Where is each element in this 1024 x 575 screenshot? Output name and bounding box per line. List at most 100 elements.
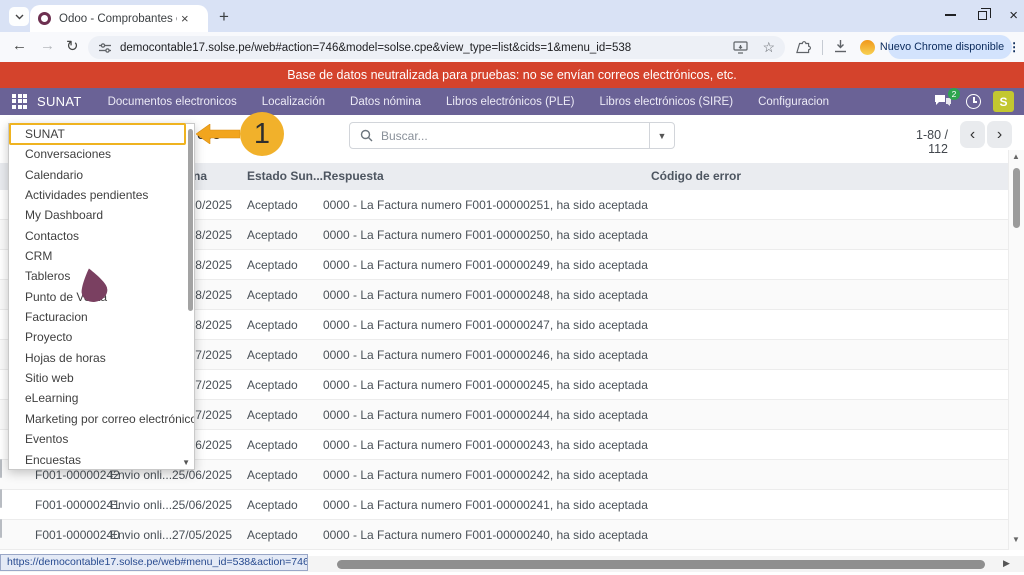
col-header-estado[interactable]: Estado Sun... [247, 169, 323, 183]
menu-item[interactable]: Encuestas [9, 450, 194, 470]
download-icon[interactable] [833, 39, 848, 54]
search-dropdown-icon[interactable]: ▼ [649, 123, 674, 148]
cell-respuesta: 0000 - La Factura numero F001-00000240, … [323, 528, 648, 542]
back-icon[interactable]: ← [12, 37, 27, 54]
menu-item[interactable]: Calendario [9, 165, 194, 185]
nav-menu-item[interactable]: Libros electrónicos (PLE) [446, 96, 574, 108]
neutralized-db-banner: Base de datos neutralizada para pruebas:… [0, 62, 1024, 88]
nav-menu-item[interactable]: Libros electrónicos (SIRE) [599, 96, 733, 108]
cell-estado: Aceptado [247, 498, 298, 512]
nav-menu-item[interactable]: Datos nómina [350, 96, 421, 108]
vertical-scroll-thumb[interactable] [1013, 168, 1020, 228]
tab-title: Odoo - Comprobantes electron [59, 13, 177, 25]
search-placeholder: Buscar... [381, 129, 649, 143]
kebab-menu-icon[interactable]: ⋮ [1008, 40, 1020, 54]
cell-estado: Aceptado [247, 318, 298, 332]
chrome-update-button[interactable]: Nuevo Chrome disponible ⋮ [888, 35, 1012, 59]
url-text: democontable17.solse.pe/web#action=746&m… [120, 42, 733, 54]
forward-icon[interactable]: → [40, 37, 55, 54]
user-avatar[interactable]: S [993, 91, 1014, 112]
cell-fecha: 25/06/2025 [150, 468, 232, 482]
reload-icon[interactable]: ↻ [66, 37, 79, 55]
cell-respuesta: 0000 - La Factura numero F001-00000244, … [323, 408, 648, 422]
browser-tab[interactable]: Odoo - Comprobantes electron × [30, 5, 208, 32]
scroll-down-icon[interactable]: ▼ [1012, 535, 1020, 544]
col-header-respuesta[interactable]: Respuesta [323, 169, 384, 183]
profile-avatar-icon[interactable] [860, 40, 875, 55]
cell-respuesta: 0000 - La Factura numero F001-00000248, … [323, 288, 648, 302]
site-settings-icon[interactable] [98, 42, 112, 54]
tab-search-button[interactable] [9, 7, 29, 26]
menu-item[interactable]: Actividades pendientes [9, 185, 194, 205]
pager: ‹ › [960, 121, 1012, 148]
cell-estado: Aceptado [247, 258, 298, 272]
nav-menu-item[interactable]: Documentos electronicos [108, 96, 237, 108]
window-controls: × [945, 4, 1018, 26]
cell-fecha: 27/05/2025 [150, 528, 232, 542]
cell-estado: Aceptado [247, 348, 298, 362]
menu-item[interactable]: Conversaciones [9, 144, 194, 164]
row-checkbox[interactable] [0, 519, 2, 538]
row-checkbox[interactable] [0, 489, 2, 508]
nav-menu-item[interactable]: Localización [262, 96, 325, 108]
activities-clock-icon[interactable] [966, 94, 981, 109]
search-input[interactable]: Buscar... ▼ [349, 122, 675, 149]
cell-estado: Aceptado [247, 468, 298, 482]
tab-close-icon[interactable]: × [181, 11, 189, 26]
pager-prev-button[interactable]: ‹ [960, 121, 985, 148]
menu-scroll-down-icon[interactable]: ▼ [182, 458, 190, 467]
cell-respuesta: 0000 - La Factura numero F001-00000250, … [323, 228, 648, 242]
cell-number: F001-00000240 [35, 528, 120, 542]
cell-estado: Aceptado [247, 438, 298, 452]
window-close-icon[interactable]: × [1009, 8, 1018, 23]
menu-item[interactable]: Contactos [9, 226, 194, 246]
table-row[interactable]: F001-00000241 Envio onli... 25/06/2025 A… [0, 490, 1008, 520]
scroll-up-icon[interactable]: ▲ [1012, 152, 1020, 161]
menu-item[interactable]: Eventos [9, 429, 194, 449]
link-status-bar: https://democontable17.solse.pe/web#menu… [0, 554, 308, 571]
nav-menu-item[interactable]: Configuracion [758, 96, 829, 108]
cell-estado: Aceptado [247, 528, 298, 542]
cell-respuesta: 0000 - La Factura numero F001-00000247, … [323, 318, 648, 332]
vertical-scrollbar[interactable]: ▲ ▼ [1008, 150, 1024, 550]
menu-item[interactable]: Sitio web [9, 368, 194, 388]
table-row[interactable]: F001-00000240 Envio onli... 27/05/2025 A… [0, 520, 1008, 550]
messages-badge: 2 [948, 88, 960, 100]
cell-respuesta: 0000 - La Factura numero F001-00000251, … [323, 198, 648, 212]
url-bar[interactable]: democontable17.solse.pe/web#action=746&m… [88, 36, 785, 59]
tab-strip: Odoo - Comprobantes electron × + × [0, 0, 1024, 32]
send-to-device-icon[interactable] [733, 41, 748, 54]
apps-grid-icon[interactable] [12, 94, 28, 110]
menu-item[interactable]: Proyecto [9, 327, 194, 347]
menu-item[interactable]: Hojas de horas [9, 348, 194, 368]
annotation-step-number: 1 [254, 118, 270, 151]
toolbar-divider [822, 40, 823, 55]
cell-estado: Aceptado [247, 228, 298, 242]
extensions-icon[interactable] [796, 39, 812, 55]
menu-item[interactable]: Facturacion [9, 307, 194, 327]
app-name[interactable]: SUNAT [37, 94, 82, 109]
scroll-right-icon[interactable]: ▶ [1003, 558, 1010, 569]
restore-icon[interactable] [978, 11, 987, 20]
messages-icon[interactable]: 2 [934, 94, 954, 110]
menu-item[interactable]: eLearning [9, 388, 194, 408]
cell-number: F001-00000242 [35, 468, 120, 482]
menu-item[interactable]: Marketing por correo electrónico [9, 409, 194, 429]
minimize-icon[interactable] [945, 14, 956, 16]
menu-scroll-thumb[interactable] [188, 129, 193, 311]
cell-estado: Aceptado [247, 408, 298, 422]
horizontal-scroll-thumb[interactable] [337, 560, 985, 569]
cell-estado: Aceptado [247, 288, 298, 302]
annotation-arrow-icon [196, 124, 240, 144]
chevron-down-icon [15, 14, 24, 20]
row-checkbox[interactable] [0, 459, 2, 478]
cell-estado: Aceptado [247, 198, 298, 212]
menu-item[interactable]: My Dashboard [9, 205, 194, 225]
col-header-fecha[interactable]: na [193, 169, 207, 183]
cell-respuesta: 0000 - La Factura numero F001-00000242, … [323, 468, 648, 482]
menu-item[interactable]: CRM [9, 246, 194, 266]
col-header-codigo[interactable]: Código de error [651, 169, 741, 183]
new-tab-button[interactable]: + [212, 6, 236, 28]
pager-next-button[interactable]: › [987, 121, 1012, 148]
bookmark-star-icon[interactable]: ☆ [762, 39, 775, 56]
